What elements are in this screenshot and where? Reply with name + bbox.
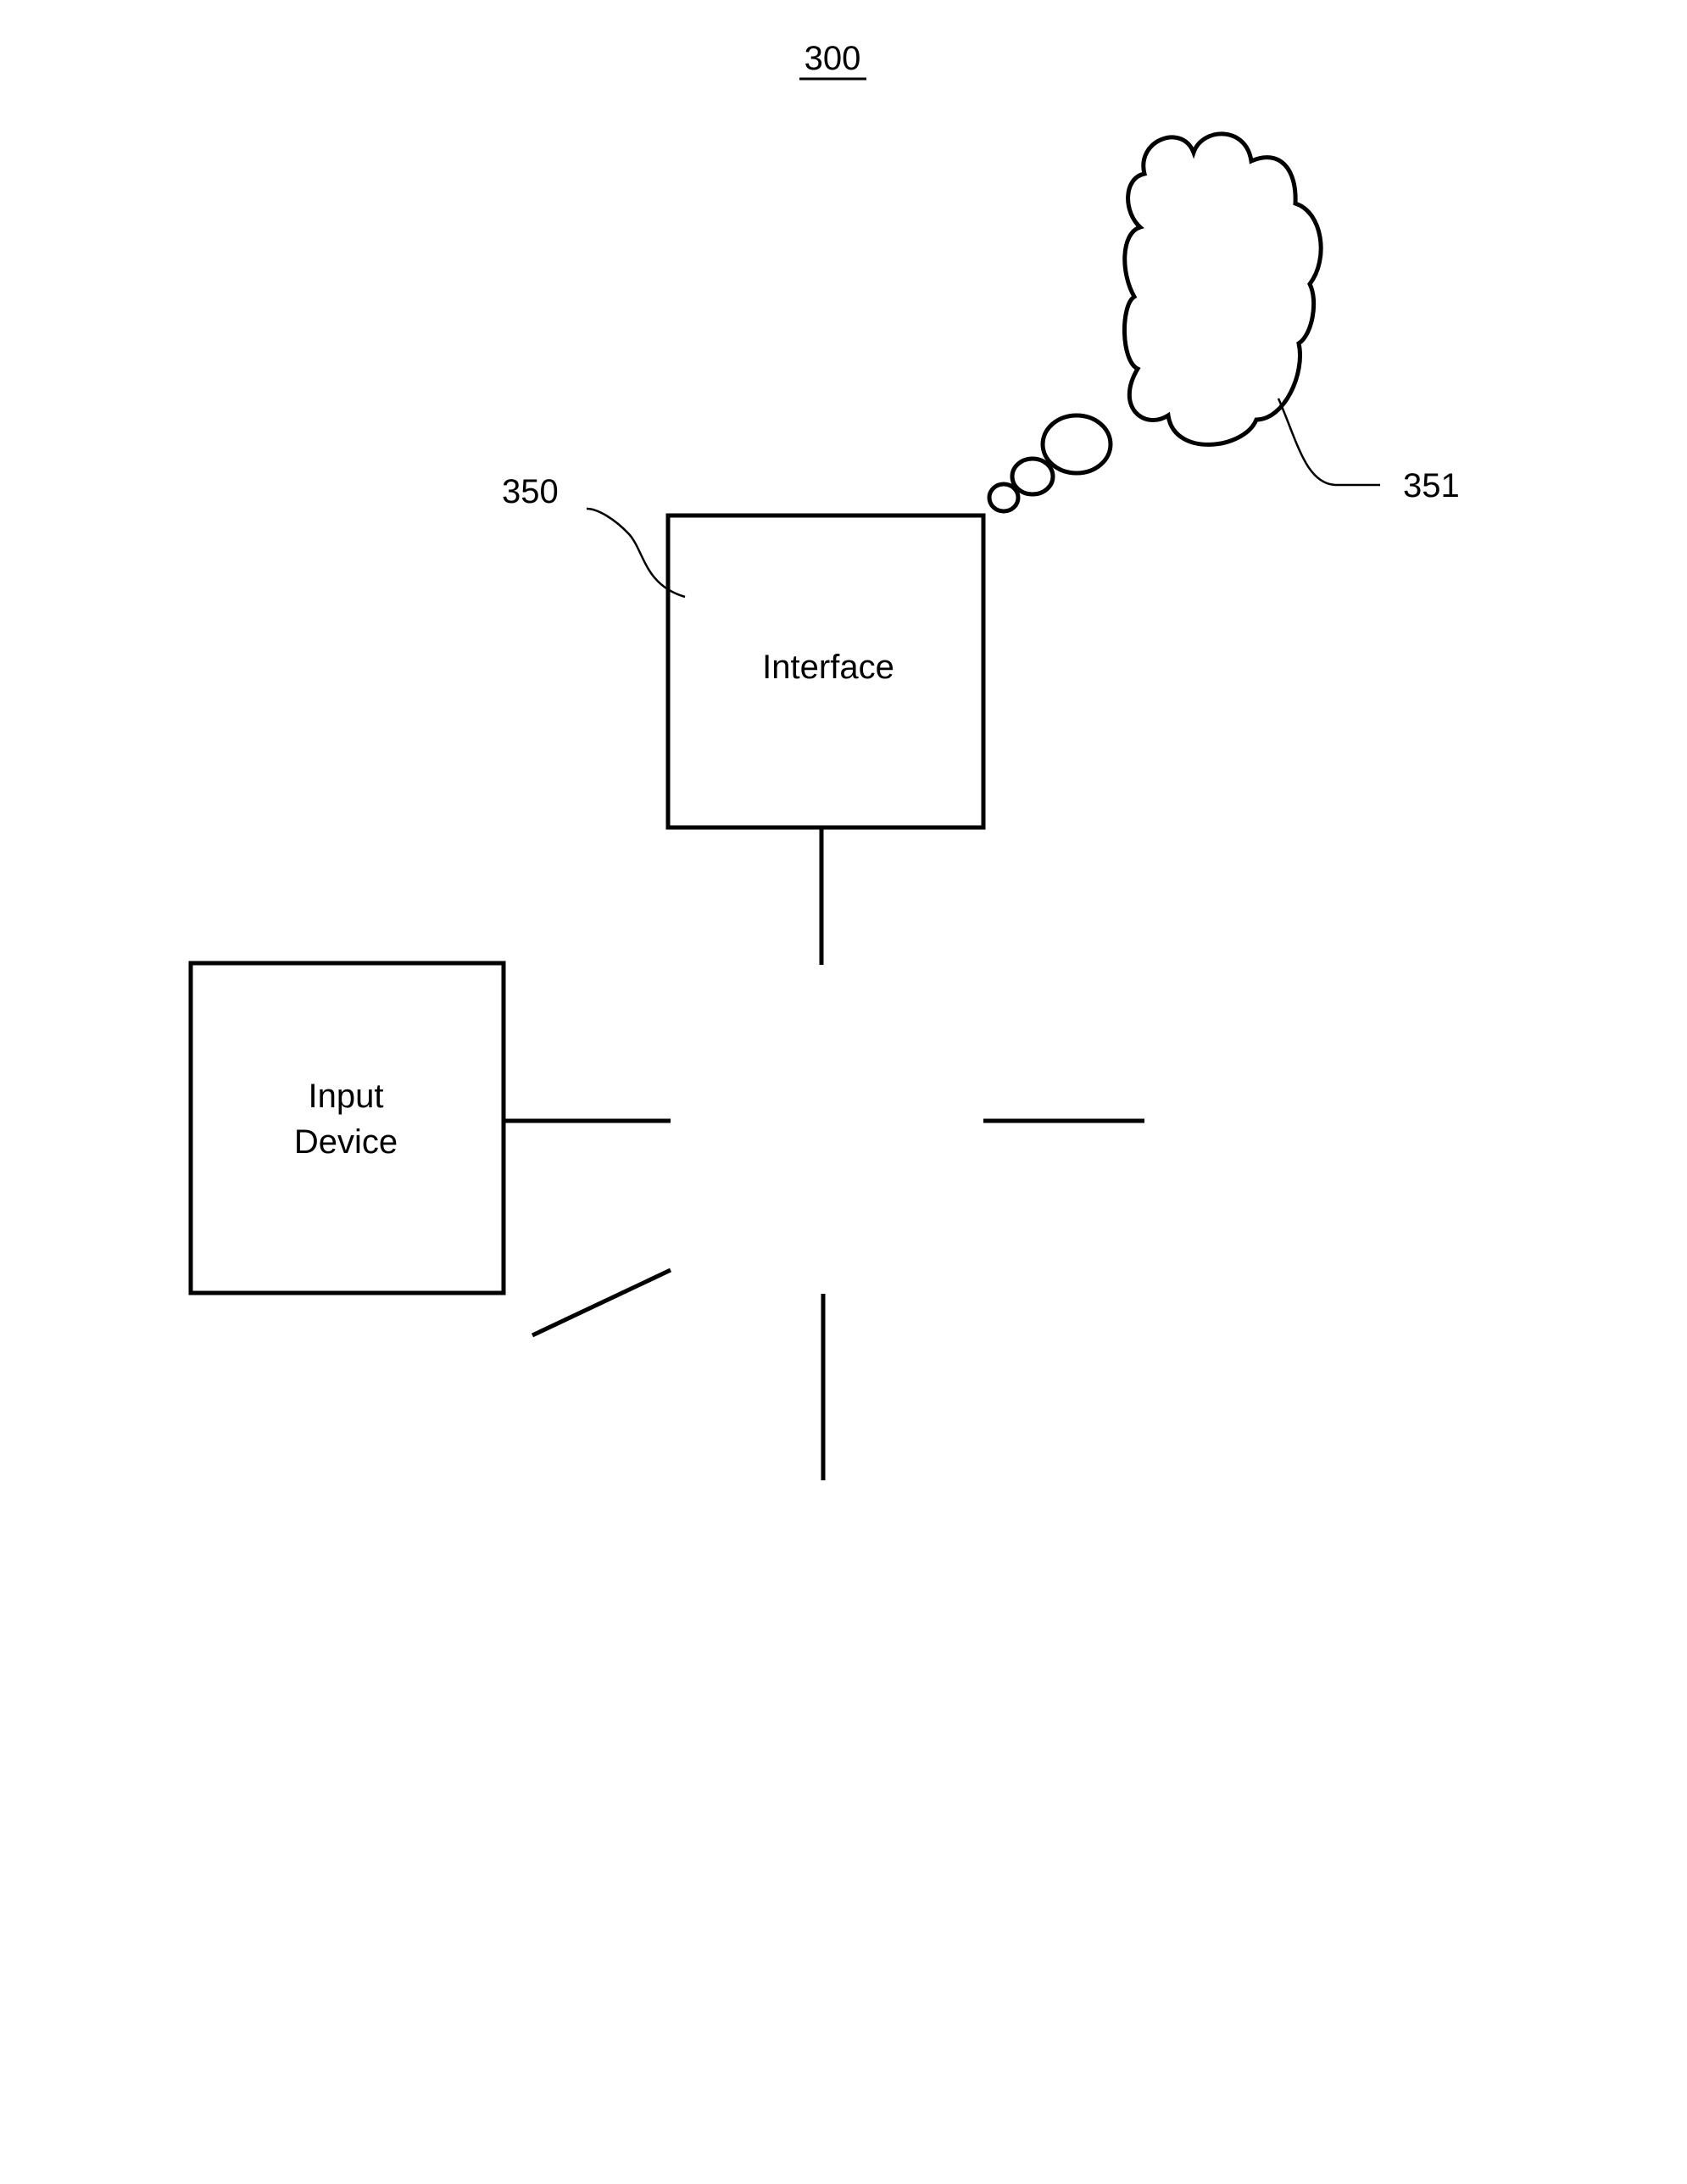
input-device-label-line2: Device — [294, 1123, 398, 1161]
interface-label: Interface — [762, 649, 894, 686]
ref-351: 351 — [1403, 467, 1460, 504]
cloud-icon — [987, 131, 1323, 514]
ref-350: 350 — [502, 473, 559, 510]
block-diagram: 300 351 Interface 350 Input Device — [188, 40, 1460, 1480]
connector-cpu-modules — [531, 1268, 672, 1338]
input-device-label-line1: Input — [309, 1078, 384, 1115]
leader-351 — [1277, 398, 1380, 487]
figure-number: 300 — [805, 40, 861, 77]
